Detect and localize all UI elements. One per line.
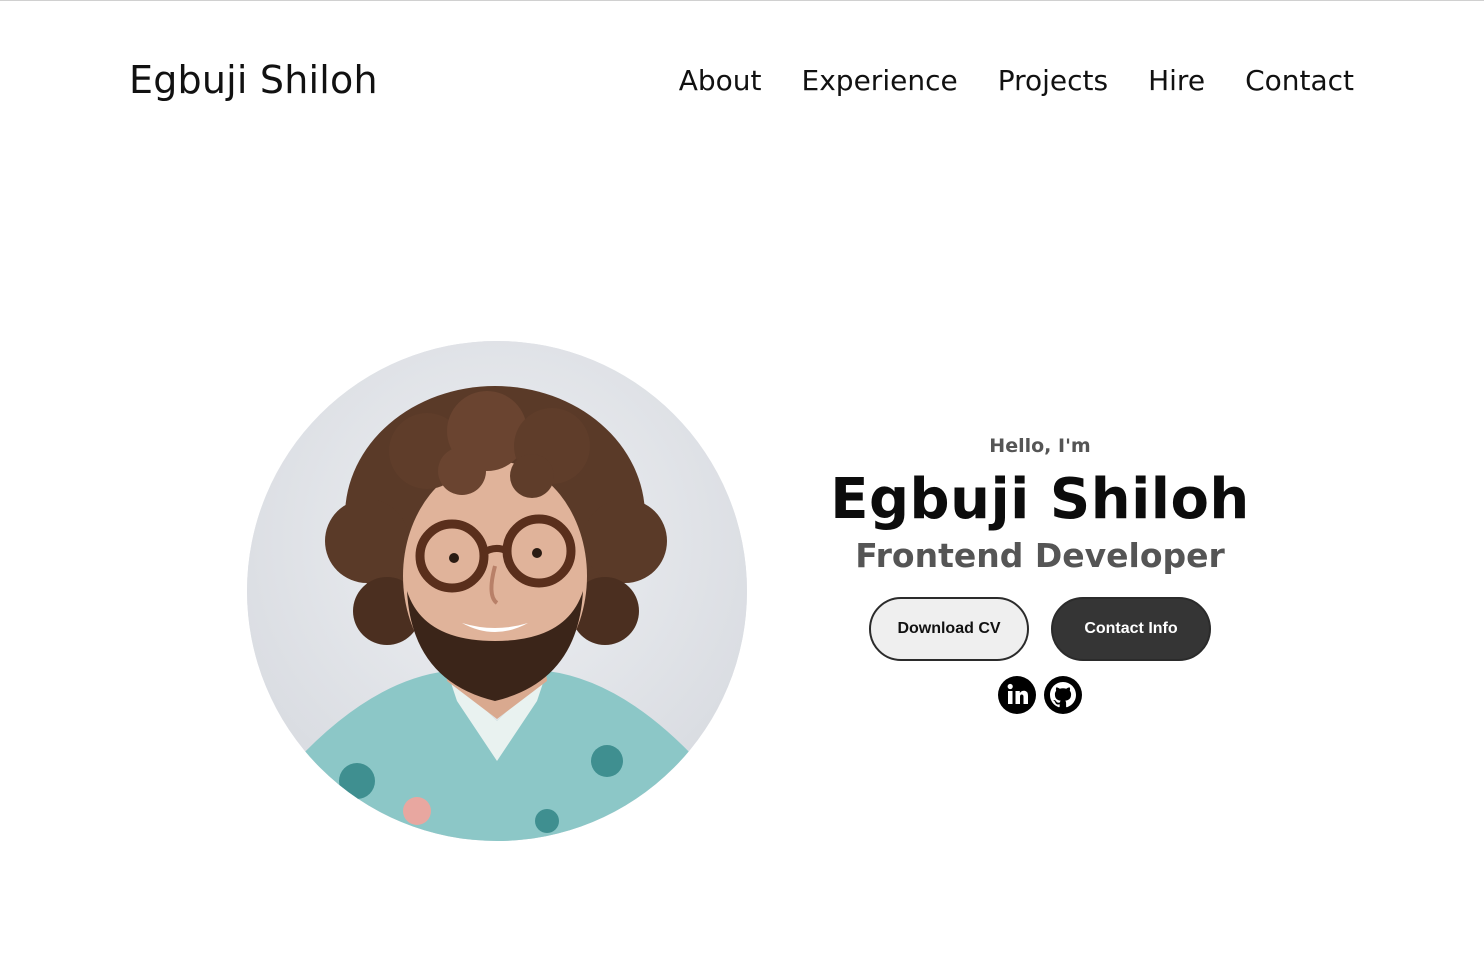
page: Egbuji Shiloh About Experience Projects …	[0, 0, 1484, 954]
profile-picture	[247, 341, 747, 841]
main-nav: About Experience Projects Hire Contact	[679, 64, 1354, 97]
nav-projects[interactable]: Projects	[998, 64, 1108, 97]
greeting-text: Hello, I'm	[989, 435, 1091, 457]
site-logo[interactable]: Egbuji Shiloh	[129, 58, 378, 102]
github-icon[interactable]	[1043, 675, 1083, 715]
hero-name: Egbuji Shiloh	[830, 467, 1250, 532]
hero-role: Frontend Developer	[855, 536, 1225, 575]
profile-illustration	[247, 341, 747, 841]
download-cv-button[interactable]: Download CV	[869, 597, 1029, 661]
hero-buttons: Download CV Contact Info	[790, 597, 1290, 661]
nav-contact[interactable]: Contact	[1245, 64, 1354, 97]
nav-experience[interactable]: Experience	[802, 64, 958, 97]
social-links	[790, 675, 1290, 715]
hero-section: Hello, I'm Egbuji Shiloh Frontend Develo…	[790, 431, 1290, 715]
nav-hire[interactable]: Hire	[1148, 64, 1205, 97]
contact-info-button[interactable]: Contact Info	[1051, 597, 1211, 661]
linkedin-icon[interactable]	[997, 675, 1037, 715]
nav-about[interactable]: About	[679, 64, 762, 97]
